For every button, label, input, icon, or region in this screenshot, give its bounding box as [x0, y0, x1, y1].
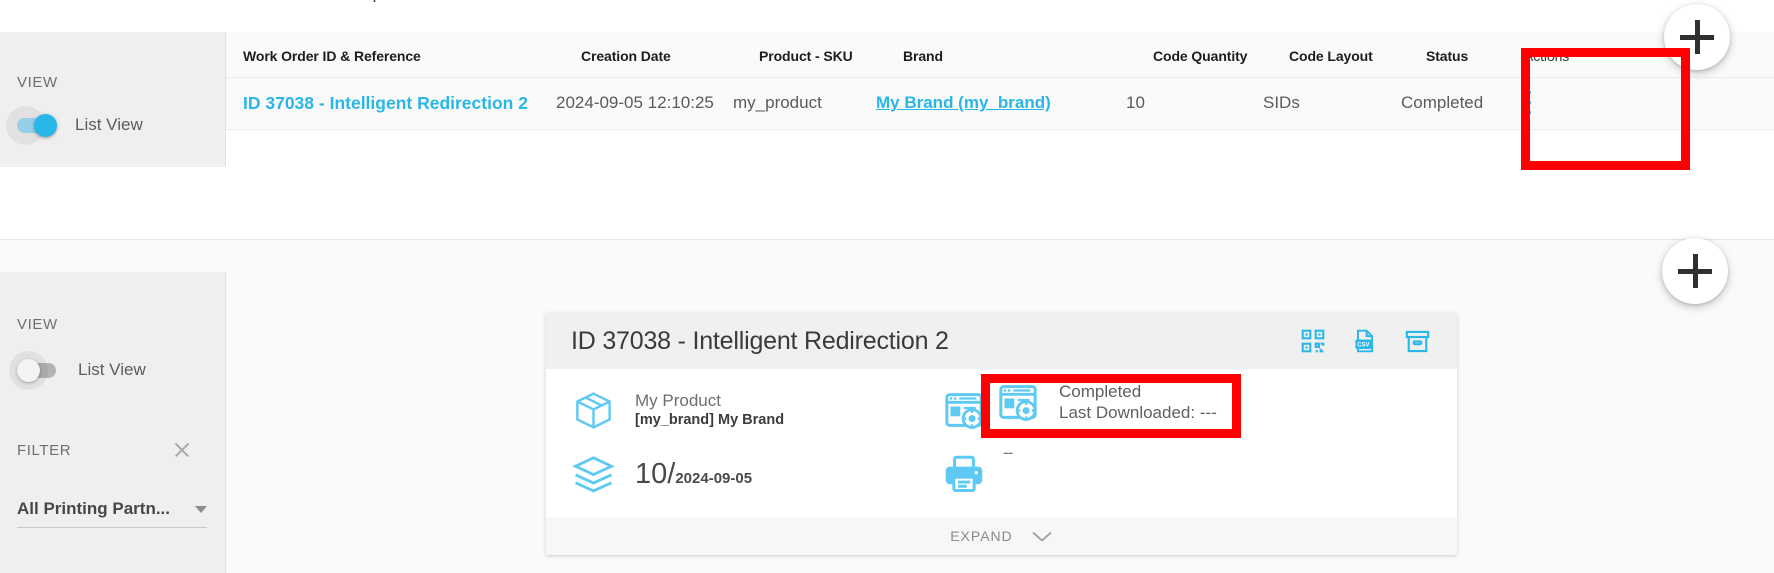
card-footer[interactable]: EXPAND — [546, 517, 1457, 555]
list-view-toggle-bottom[interactable]: List View — [9, 350, 146, 390]
expand-label: EXPAND — [950, 528, 1013, 544]
close-icon[interactable] — [172, 440, 192, 460]
clipped-text-ghost-3: · · · · · · · · \ · · · · · / · · · · · … — [110, 228, 473, 230]
clipped-text-remnants: · · · · · · · · \ · · · · · / · · · · · … — [0, 0, 1774, 30]
csv-file-icon[interactable]: CSV — [1352, 328, 1378, 354]
browser-settings-icon — [997, 381, 1039, 423]
table-row[interactable]: ID 37038 - Intelligent Redirection 2 202… — [226, 78, 1774, 130]
column-header-code-layout[interactable]: Code Layout — [1289, 48, 1373, 64]
app-root: · · · · · · · · \ · · · · · / · · · · · … — [0, 0, 1774, 573]
card-printer-info: -- — [943, 443, 1013, 495]
sidebar-top: VIEW List View — [0, 32, 226, 167]
card-quantity-value: 10 — [635, 458, 668, 490]
cell-status: Completed — [1401, 93, 1484, 112]
filter-section-header: FILTER — [17, 440, 192, 460]
column-header-creation-date[interactable]: Creation Date — [581, 48, 671, 64]
qr-code-icon[interactable] — [1300, 328, 1326, 354]
list-view-switch-track-bottom[interactable] — [9, 350, 56, 390]
view-section-label-bottom: VIEW — [17, 316, 58, 333]
column-header-actions: Actions — [1524, 48, 1570, 64]
printing-partner-select[interactable]: All Printing Partn... — [17, 499, 207, 528]
add-work-order-button-top[interactable] — [1664, 4, 1730, 70]
column-header-product-sku[interactable]: Product - SKU — [759, 48, 853, 64]
cell-code-layout: SIDs — [1263, 93, 1300, 112]
chevron-down-icon[interactable] — [195, 505, 207, 513]
list-view-toggle-label: List View — [75, 115, 143, 134]
clipped-text-remnants-bottom: · · · · · · · · \ · · · · · / · · · · · … — [0, 228, 1774, 246]
row-actions-kebab-icon[interactable] — [1526, 90, 1531, 120]
browser-settings-icon — [943, 389, 985, 431]
column-header-code-quantity[interactable]: Code Quantity — [1153, 48, 1247, 64]
column-header-work-order[interactable]: Work Order ID & Reference — [243, 48, 421, 64]
card-product-text: My Product [my_brand] My Brand — [635, 391, 784, 429]
clipped-text-ghost: · · · · · · · · \ · · · · · / · · · · · … — [110, 0, 473, 4]
card-header: ID 37038 - Intelligent Redirection 2 CSV — [546, 313, 1457, 369]
table-empty-space — [226, 130, 1774, 167]
view-section-label: VIEW — [17, 74, 58, 91]
sidebar-bottom: VIEW List View FILTER All Printing Partn… — [0, 272, 226, 573]
archive-box-icon[interactable] — [1404, 328, 1431, 355]
cell-work-order-link[interactable]: ID 37038 - Intelligent Redirection 2 — [243, 93, 528, 114]
card-product-brand: [my_brand] My Brand — [635, 412, 785, 429]
card-printer-value: -- — [1003, 443, 1013, 462]
svg-text:CSV: CSV — [1357, 343, 1369, 349]
card-status-info-overlay: Completed Last Downloaded: --- — [997, 381, 1217, 424]
card-status-text-overlay: Completed Last Downloaded: --- — [1059, 381, 1217, 424]
cell-product-sku: my_product — [733, 93, 822, 112]
list-view-toggle-top[interactable]: List View — [6, 105, 143, 145]
card-quantity-date: 2024-09-05 — [675, 470, 753, 487]
clipped-text-ghost-2: · · · ˙ · · — [1300, 0, 1367, 4]
column-header-brand[interactable]: Brand — [903, 48, 943, 64]
work-order-card: ID 37038 - Intelligent Redirection 2 CSV… — [546, 313, 1457, 555]
switch-knob — [34, 113, 57, 137]
list-view-switch-track[interactable] — [6, 105, 57, 145]
card-status-value: Completed — [1059, 382, 1142, 401]
switch-knob-bottom — [17, 358, 40, 382]
card-product-name: My Product — [635, 391, 721, 411]
package-box-icon — [572, 389, 615, 432]
card-printer-text: -- — [1003, 443, 1013, 463]
chevron-down-icon[interactable] — [1031, 530, 1053, 543]
card-quantity-info: 10/2024-09-05 — [572, 453, 752, 496]
cell-code-quantity: 10 — [1126, 93, 1145, 112]
card-header-actions: CSV — [1300, 328, 1431, 355]
table-header-row: Work Order ID & Reference Creation Date … — [226, 32, 1774, 78]
plus-icon — [1678, 254, 1712, 288]
work-order-table: Work Order ID & Reference Creation Date … — [226, 32, 1774, 167]
card-quantity-text: 10/2024-09-05 — [635, 458, 752, 491]
list-view-pane: · · · · · · · · \ · · · · · / · · · · · … — [0, 0, 1774, 218]
layers-stack-icon — [572, 453, 615, 496]
card-product-info: My Product [my_brand] My Brand — [572, 389, 784, 432]
add-work-order-button-bottom[interactable] — [1662, 238, 1728, 304]
printing-partner-value: All Printing Partn... — [17, 499, 171, 518]
list-view-toggle-label-bottom: List View — [78, 360, 146, 379]
cell-brand-link[interactable]: My Brand (my_brand) — [876, 93, 1051, 113]
column-header-status[interactable]: Status — [1426, 48, 1468, 64]
cell-creation-date: 2024-09-05 12:10:25 — [556, 93, 714, 112]
card-title: ID 37038 - Intelligent Redirection 2 — [571, 326, 949, 355]
printer-icon — [943, 453, 985, 495]
filter-section-label: FILTER — [17, 441, 72, 459]
card-last-downloaded: Last Downloaded: --- — [1059, 403, 1217, 423]
plus-icon — [1680, 20, 1714, 54]
